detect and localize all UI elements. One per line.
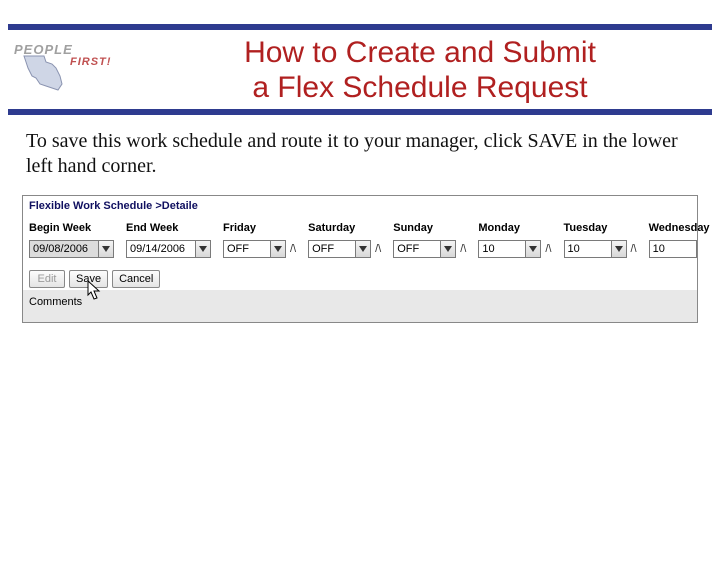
wednesday-select[interactable]: 10	[649, 240, 697, 258]
sunday-select[interactable]: OFF	[393, 240, 441, 258]
panel-heading: Flexible Work Schedule >Detaile	[23, 196, 697, 214]
col-begin-week: Begin Week	[29, 222, 114, 258]
button-row: Edit Save Cancel	[23, 260, 697, 290]
sep-icon: /\	[545, 243, 551, 255]
label-friday: Friday	[223, 222, 296, 234]
label-tuesday: Tuesday	[564, 222, 637, 234]
comments-label: Comments	[29, 296, 82, 308]
col-tuesday: Tuesday 10 /\	[564, 222, 637, 258]
label-monday: Monday	[478, 222, 551, 234]
tuesday-select[interactable]: 10	[564, 240, 612, 258]
label-saturday: Saturday	[308, 222, 381, 234]
header-row: PEOPLE FIRST! How to Create and Submit a…	[0, 30, 720, 105]
sep-icon: /\	[460, 243, 466, 255]
cancel-button[interactable]: Cancel	[112, 270, 160, 288]
end-week-input[interactable]	[126, 240, 196, 258]
label-begin-week: Begin Week	[29, 222, 114, 234]
logo-text-first: FIRST!	[70, 56, 111, 68]
sep-icon: /\	[290, 243, 296, 255]
end-week-dropdown-icon[interactable]	[195, 240, 211, 258]
col-monday: Monday 10 /\	[478, 222, 551, 258]
saturday-select[interactable]: OFF	[308, 240, 356, 258]
friday-select[interactable]: OFF	[223, 240, 271, 258]
monday-select[interactable]: 10	[478, 240, 526, 258]
friday-dropdown-icon[interactable]	[270, 240, 286, 258]
app-panel: Flexible Work Schedule >Detaile Begin We…	[22, 195, 698, 323]
label-end-week: End Week	[126, 222, 211, 234]
comments-row: Comments	[23, 290, 697, 322]
col-sunday: Sunday OFF /\	[393, 222, 466, 258]
sep-icon: /\	[375, 243, 381, 255]
florida-icon	[22, 54, 68, 92]
edit-button: Edit	[29, 270, 65, 288]
page-title: How to Create and Submit a Flex Schedule…	[128, 34, 712, 105]
sep-icon: /\	[631, 243, 637, 255]
saturday-dropdown-icon[interactable]	[355, 240, 371, 258]
monday-dropdown-icon[interactable]	[525, 240, 541, 258]
cursor-icon	[85, 280, 105, 305]
people-first-logo: PEOPLE FIRST!	[8, 34, 128, 98]
col-friday: Friday OFF /\	[223, 222, 296, 258]
title-line-1: How to Create and Submit	[244, 36, 596, 69]
col-wednesday: Wednesday 10	[649, 222, 710, 258]
col-saturday: Saturday OFF /\	[308, 222, 381, 258]
label-wednesday: Wednesday	[649, 222, 710, 234]
instruction-text: To save this work schedule and route it …	[0, 115, 720, 191]
begin-week-dropdown-icon[interactable]	[98, 240, 114, 258]
sunday-dropdown-icon[interactable]	[440, 240, 456, 258]
label-sunday: Sunday	[393, 222, 466, 234]
begin-week-input[interactable]	[29, 240, 99, 258]
tuesday-dropdown-icon[interactable]	[611, 240, 627, 258]
schedule-row: Begin Week End Week Friday OFF	[23, 214, 697, 260]
title-line-2: a Flex Schedule Request	[252, 71, 587, 104]
col-end-week: End Week	[126, 222, 211, 258]
